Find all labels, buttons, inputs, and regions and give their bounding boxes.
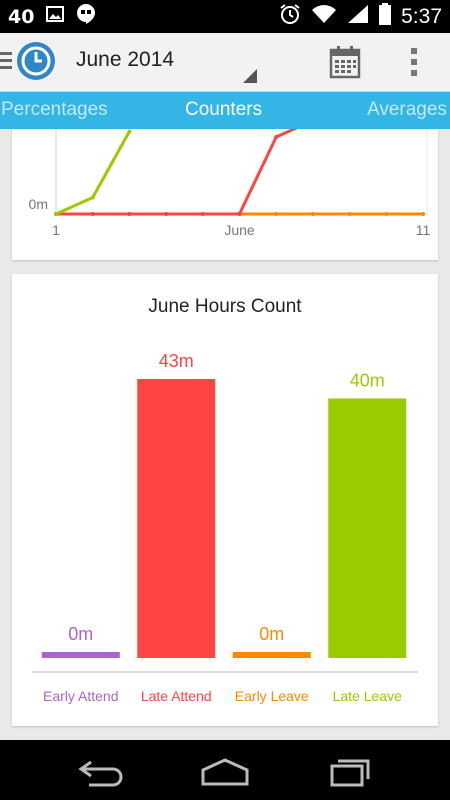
data-point [274, 135, 279, 139]
data-point [347, 212, 352, 216]
image-icon [46, 6, 65, 27]
signal-icon [347, 4, 369, 29]
overflow-menu-icon[interactable] [404, 45, 424, 79]
data-point [90, 212, 95, 216]
battery-icon [379, 3, 392, 30]
month-spinner-title[interactable]: June 2014 [76, 48, 174, 72]
notification-count: 40 [8, 5, 35, 28]
series-line [55, 130, 131, 216]
data-label: 40m [350, 370, 385, 390]
home-icon[interactable] [200, 754, 250, 788]
clock-time: 5:37 [401, 4, 442, 28]
tab-counters[interactable]: Counters [185, 99, 262, 121]
data-point [127, 212, 132, 216]
alarm-icon [279, 3, 301, 30]
data-label: 0m [259, 624, 284, 644]
x-tick-label: 1 [52, 222, 60, 238]
bar [232, 652, 311, 658]
data-point [127, 129, 132, 134]
bar [137, 379, 216, 658]
data-label: 43m [159, 351, 194, 371]
dropdown-arrow-icon[interactable] [243, 69, 257, 83]
data-point [237, 212, 242, 216]
data-point [54, 212, 58, 216]
series-line [56, 129, 298, 216]
category-label: Late Leave [333, 688, 402, 704]
data-point [90, 195, 95, 200]
category-label: Early Leave [235, 688, 309, 704]
tab-strip: Percentages Counters Averages [0, 92, 450, 129]
recent-apps-icon[interactable] [326, 754, 376, 788]
app-clock-icon[interactable] [16, 41, 56, 81]
line-chart: 0m1 June 11 [29, 129, 431, 238]
calendar-icon[interactable] [326, 44, 364, 82]
status-bar: 40 5:37 [0, 0, 450, 33]
action-bar: June 2014 [0, 33, 450, 92]
data-point [200, 212, 205, 216]
hangouts-icon [76, 3, 96, 30]
navigation-bar [0, 740, 450, 800]
bar [41, 652, 120, 658]
data-label: 0m [68, 624, 93, 644]
data-point [384, 212, 389, 216]
y-tick-label: 0m [29, 196, 48, 212]
line-chart-card: 0m 1 June 11 [12, 129, 438, 260]
bar [328, 398, 407, 658]
category-label: Late Attend [141, 688, 212, 704]
bar-chart-card: June Hours Count 0m Early Attend 43m Late A… [12, 274, 438, 726]
x-tick-label: June [224, 222, 255, 238]
data-point [421, 212, 425, 216]
tab-percentages[interactable]: Percentages [1, 99, 108, 121]
back-icon[interactable] [75, 754, 125, 788]
category-label: Early Attend [43, 688, 119, 704]
x-tick-label: 11 [416, 222, 431, 238]
wifi-icon [311, 4, 337, 29]
menu-icon[interactable] [0, 52, 12, 73]
data-point [274, 212, 279, 216]
bar-chart: 0m Early Attend 43m Late Attend 0m Early Leav… [32, 351, 418, 704]
tab-averages[interactable]: Averages [367, 99, 447, 121]
data-point [164, 212, 169, 216]
data-point [310, 212, 315, 216]
